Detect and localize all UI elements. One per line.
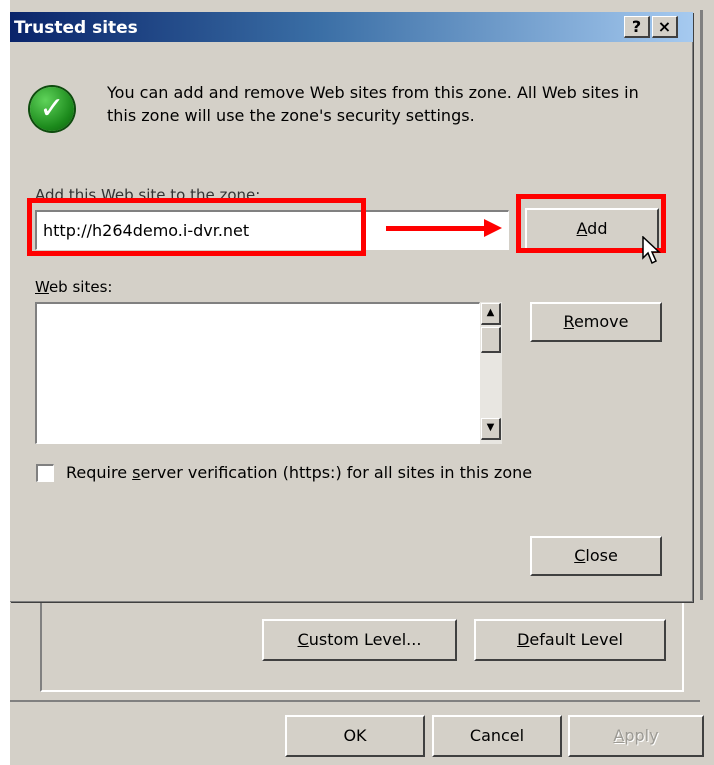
close-mnemonic: C [574, 546, 586, 565]
scroll-down-icon[interactable]: ▼ [481, 418, 501, 440]
scroll-thumb[interactable] [481, 327, 501, 353]
divider [10, 700, 700, 702]
https-label-before: Require [66, 463, 133, 482]
require-https-label[interactable]: Require server verification (https:) for… [66, 463, 532, 482]
annotation-arrow-head [484, 219, 502, 237]
default-level-button[interactable]: Default Level [474, 619, 666, 661]
require-https-checkbox[interactable] [36, 464, 54, 482]
apply-button[interactable]: Apply [568, 715, 704, 757]
websites-mnemonic: W [35, 278, 49, 296]
custom-level-mnemonic: C [297, 630, 309, 649]
mouse-pointer-icon [642, 236, 661, 265]
https-label-after: erver verification (https:) for all site… [140, 463, 533, 482]
annotation-arrow [386, 226, 486, 231]
dialog-title: Trusted sites [14, 18, 138, 38]
default-level-mnemonic: D [517, 630, 530, 649]
websites-listbox[interactable] [35, 302, 480, 444]
remove-label: emove [573, 312, 629, 331]
annotation-box-url [27, 198, 366, 256]
ok-button[interactable]: OK [285, 715, 425, 757]
websites-label-text: eb sites: [48, 278, 113, 296]
scroll-up-icon[interactable]: ▲ [481, 303, 501, 325]
custom-level-label: ustom Level... [308, 630, 422, 649]
check-icon: ✓ [30, 87, 74, 131]
parent-dialog-edge [700, 10, 703, 600]
default-level-label: efault Level [529, 630, 623, 649]
remove-button[interactable]: Remove [530, 302, 662, 342]
close-icon[interactable]: × [652, 16, 678, 38]
apply-label: pply [624, 726, 659, 745]
apply-mnemonic: A [613, 726, 625, 745]
close-label: lose [585, 546, 618, 565]
help-button[interactable]: ? [624, 16, 650, 38]
cancel-button[interactable]: Cancel [432, 715, 562, 757]
custom-level-button[interactable]: Custom Level... [262, 619, 457, 661]
websites-label: Web sites: [35, 278, 112, 296]
zone-info-text: You can add and remove Web sites from th… [107, 83, 639, 125]
close-button[interactable]: Close [530, 536, 662, 576]
remove-mnemonic: R [563, 312, 574, 331]
